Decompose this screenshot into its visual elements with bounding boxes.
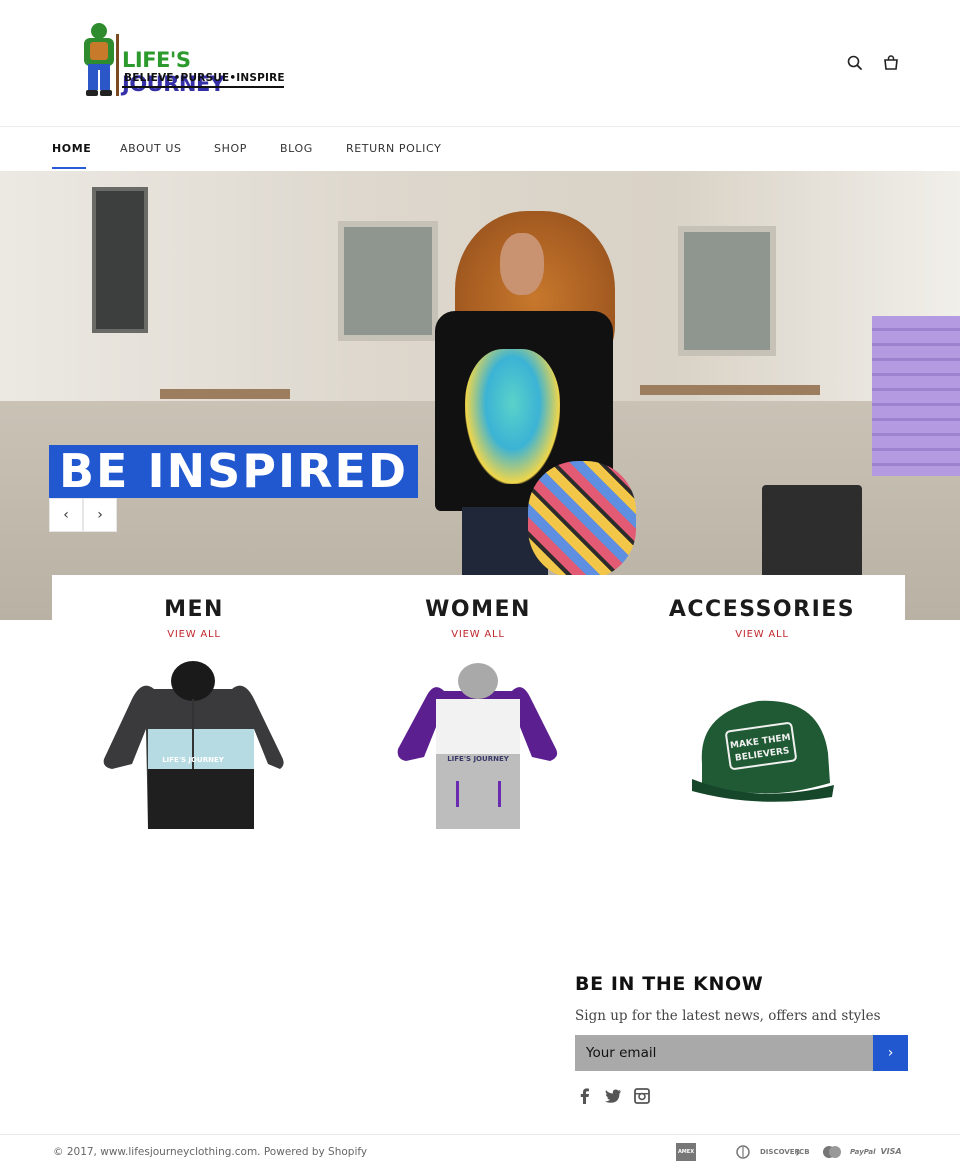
table-decor [160, 389, 290, 399]
nav-item-about-us[interactable]: ABOUT US [120, 142, 182, 155]
brand-underline [122, 86, 284, 88]
amex-icon: AMEX [676, 1143, 696, 1161]
slideshow-prev-button[interactable]: ‹ [49, 498, 83, 532]
collection-women[interactable]: WOMEN VIEW ALL LIFE'S JOURNEY [336, 575, 620, 865]
mastercard-icon [820, 1145, 844, 1159]
chalkboard-decor [92, 187, 148, 333]
footer-copyright: © 2017, www.lifesjourneyclothing.com. Po… [53, 1146, 368, 1158]
hiker-mascot-icon [84, 23, 119, 96]
nav-active-indicator [52, 167, 86, 169]
jcb-icon: JCB [796, 1148, 810, 1156]
brand-tagline: BELIEVE•PURSUE•INSPIRE [124, 72, 285, 84]
slideshow-next-button[interactable]: › [83, 498, 117, 532]
nav-item-return-policy[interactable]: RETURN POLICY [346, 142, 441, 155]
newsletter-email-input[interactable] [575, 1035, 873, 1071]
newsletter-title: BE IN THE KNOW [575, 973, 764, 995]
footer-divider [0, 1134, 960, 1135]
collection-accessories[interactable]: ACCESSORIES VIEW ALL MAKE THEM BELIEVERS [620, 575, 904, 865]
collection-grid: MEN VIEW ALL LIFE'S JOURNEY WOMEN VIEW A… [52, 575, 905, 865]
svg-text:LIFE'S JOURNEY: LIFE'S JOURNEY [447, 755, 510, 763]
facebook-icon[interactable] [576, 1087, 594, 1105]
table-decor [640, 385, 820, 395]
collection-title[interactable]: MEN [52, 597, 336, 622]
site-header: LIFE'S JOURNEY BELIEVE•PURSUE•INSPIRE [0, 0, 960, 127]
search-icon[interactable] [846, 54, 864, 72]
hero-caption: BE INSPIRED [49, 445, 419, 498]
window-decor [338, 221, 438, 341]
jacket-black-grey-icon[interactable]: LIFE'S JOURNEY [102, 659, 284, 835]
nav-item-shop[interactable]: SHOP [214, 142, 247, 155]
window-decor [678, 226, 776, 356]
hero-slideshow[interactable] [0, 171, 960, 620]
newsletter-submit-button[interactable]: › [873, 1035, 908, 1071]
visa-icon: VISA [880, 1147, 902, 1156]
model-face [500, 233, 544, 295]
paypal-icon: PayPal [850, 1148, 876, 1156]
svg-text:LIFE'S JOURNEY: LIFE'S JOURNEY [162, 756, 225, 764]
jacket-purple-grey-icon[interactable]: LIFE'S JOURNEY [396, 659, 560, 835]
main-nav: HOME ABOUT US SHOP BLOG RETURN POLICY [0, 127, 960, 171]
discover-icon: DISCOVER [760, 1148, 800, 1156]
view-all-link[interactable]: VIEW ALL [52, 629, 336, 640]
green-cap-icon[interactable]: MAKE THEM BELIEVERS [688, 693, 836, 805]
collection-title[interactable]: ACCESSORIES [620, 597, 904, 622]
brand-logo[interactable]: LIFE'S JOURNEY BELIEVE•PURSUE•INSPIRE [78, 22, 290, 100]
purple-stack-decor [872, 316, 960, 476]
model-duffel-bag [528, 461, 636, 579]
diners-icon [732, 1145, 754, 1159]
view-all-link[interactable]: VIEW ALL [336, 629, 620, 640]
shirt-graphic [465, 349, 560, 484]
collection-title[interactable]: WOMEN [336, 597, 620, 622]
instagram-icon[interactable] [633, 1087, 651, 1105]
collection-men[interactable]: MEN VIEW ALL LIFE'S JOURNEY [52, 575, 336, 865]
nav-item-home[interactable]: HOME [52, 142, 91, 155]
nav-item-blog[interactable]: BLOG [280, 142, 313, 155]
cart-icon[interactable] [882, 54, 900, 72]
newsletter-subtitle: Sign up for the latest news, offers and … [575, 1008, 881, 1024]
view-all-link[interactable]: VIEW ALL [620, 629, 904, 640]
twitter-icon[interactable] [604, 1087, 622, 1105]
